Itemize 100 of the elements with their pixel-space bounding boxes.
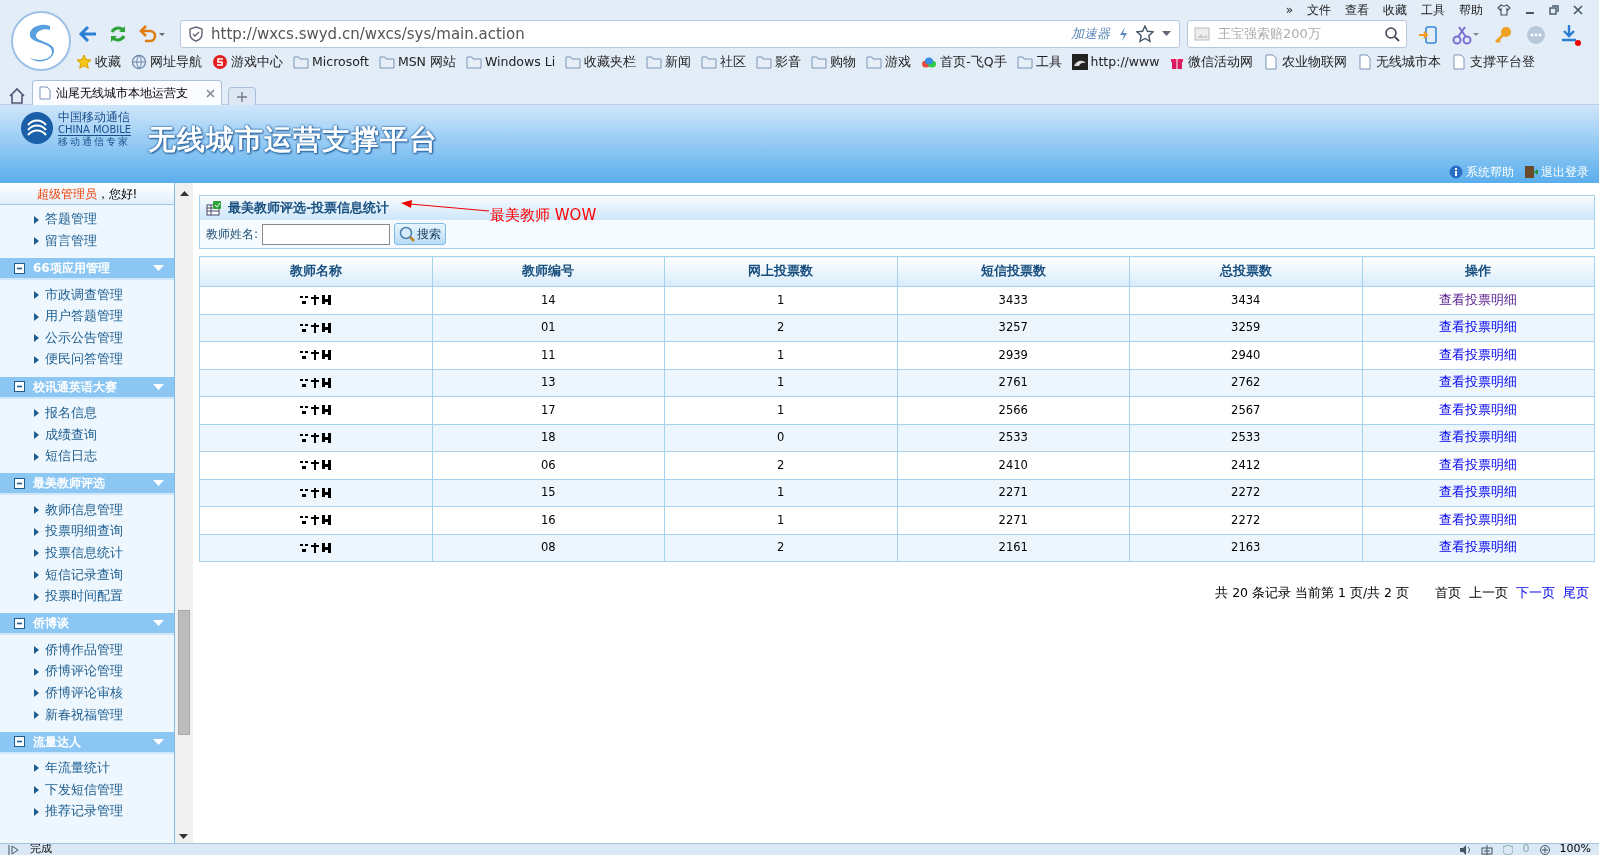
detail-link[interactable]: 查看投票明细 [1439,539,1518,555]
menu-link[interactable]: 下发短信管理 [45,780,123,800]
bookmark-link[interactable]: 购物 [830,53,857,72]
bookmark-link[interactable]: 影音 [775,53,802,72]
bullet-icon [34,334,39,343]
bullet-icon [34,430,39,439]
bookmark-link[interactable]: http://www [1090,53,1160,72]
close-icon[interactable] [1573,5,1583,15]
name-input[interactable] [262,223,391,245]
zoom-icon[interactable] [1539,844,1550,855]
menu-link[interactable]: 侨博评论管理 [45,662,123,682]
lightning-icon[interactable] [1118,26,1128,42]
menu-link[interactable]: 新春祝福管理 [45,705,123,725]
bookmark-link[interactable]: 工具 [1035,53,1062,72]
bookmark-link[interactable]: 无线城市本 [1376,53,1442,72]
table-cell: 17 [432,396,665,424]
detail-link[interactable]: 查看投票明细 [1439,484,1518,500]
search-button[interactable]: 搜索 [394,223,447,245]
address-bar[interactable]: http://wxcs.swyd.cn/wxcs/sys/main.action 加速器 [180,20,1180,48]
bookmark-link[interactable]: 游戏中心 [231,53,283,72]
menu-link[interactable]: 报名信息 [45,404,97,423]
scroll-thumb[interactable] [178,610,190,735]
bookmark-link[interactable]: 网址导航 [150,53,202,72]
menu-link[interactable]: 成绩查询 [45,425,97,445]
redacted-name-drawing [299,376,332,389]
phone-icon[interactable] [1418,25,1438,45]
accelerator-label[interactable]: 加速器 [1071,24,1110,44]
menu-item[interactable]: 帮助 [1459,1,1483,19]
home-icon[interactable] [8,87,26,105]
refresh-icon[interactable] [108,24,128,44]
detail-link[interactable]: 查看投票明细 [1439,456,1518,472]
search-icon[interactable] [1384,26,1400,42]
menu-link[interactable]: 用户答题管理 [45,307,123,326]
menu-link[interactable]: 短信日志 [45,447,97,466]
detail-link[interactable]: 查看投票明细 [1439,511,1518,527]
menu-item[interactable]: 文件 [1307,1,1331,19]
pager-link[interactable]: 首页 [1435,584,1461,603]
speaker-icon[interactable] [1458,844,1471,855]
table-cell: 2271 [897,506,1130,534]
menu-link[interactable]: 年流量统计 [45,759,110,778]
bookmark-link[interactable]: Windows Li [484,53,556,72]
folder-icon [866,54,883,71]
menu-link[interactable]: 公示公告管理 [45,328,123,348]
bookmark-link[interactable]: 农业物联网 [1282,53,1348,72]
bookmark-link[interactable]: MSN 网站 [397,53,456,72]
shirt-icon[interactable] [1497,4,1511,16]
menu-link[interactable]: 留言管理 [45,232,97,251]
detail-link[interactable]: 查看投票明细 [1439,346,1518,362]
pager-link[interactable]: 尾页 [1563,584,1589,603]
menu-item[interactable]: 收藏 [1383,1,1407,19]
detail-link[interactable]: 查看投票明细 [1439,319,1518,335]
menu-link[interactable]: 便民问答管理 [45,350,123,370]
menu-link[interactable]: 投票时间配置 [45,587,123,606]
detail-link[interactable]: 查看投票明细 [1439,291,1518,307]
menu-link[interactable]: 投票明细查询 [45,522,123,542]
menu-link[interactable]: 投票信息统计 [45,543,123,563]
bookmark-link[interactable]: 收藏 [95,53,121,72]
scissors-icon[interactable] [1452,25,1480,45]
bullet-icon [34,764,39,773]
dropdown-icon[interactable] [1162,31,1171,37]
close-icon[interactable] [206,88,215,98]
detail-link[interactable]: 查看投票明细 [1439,374,1518,390]
menu-item[interactable]: 查看 [1345,1,1369,19]
detail-link[interactable]: 查看投票明细 [1439,429,1518,445]
menu-link[interactable]: 侨博作品管理 [45,640,123,660]
zoom-level[interactable]: 100% [1559,844,1591,855]
bookmark-link[interactable]: 收藏夹栏 [584,53,637,72]
menu-link[interactable]: 短信记录查询 [45,565,123,585]
menu-link[interactable]: 推荐记录管理 [45,802,123,822]
search-box[interactable]: 王宝强索赔200万 [1187,20,1407,48]
bookmark-link[interactable]: 社区 [720,53,747,72]
scrollbar[interactable] [175,183,193,843]
print-icon[interactable] [1480,844,1493,855]
pager-link[interactable]: 下一页 [1516,584,1555,603]
panel-toggle-icon[interactable] [8,844,20,855]
menu-link[interactable]: 答题管理 [45,210,97,230]
scroll-up-icon[interactable] [179,191,189,196]
back-icon[interactable] [78,25,98,43]
pager-link[interactable]: 上一页 [1469,584,1508,603]
plus-icon[interactable] [237,91,247,102]
menu-link[interactable]: 侨博评论审核 [45,683,123,703]
bookmark-link[interactable]: 新闻 [665,53,692,72]
download-icon[interactable] [1560,24,1582,46]
new-tab-button[interactable] [228,87,256,105]
bookmark-link[interactable]: 微信活动网 [1188,53,1254,72]
menu-link[interactable]: 市政调查管理 [45,285,123,305]
menu-item[interactable]: » [1285,1,1293,19]
undo-icon[interactable] [138,25,166,43]
bookmark-link[interactable]: Microsoft [312,53,369,72]
bookmark-link[interactable]: 支撑平台登 [1470,53,1536,72]
menu-item[interactable]: 工具 [1421,1,1445,19]
redacted-name-drawing [299,431,332,444]
star-icon[interactable] [1136,25,1154,43]
bookmark-link[interactable]: 首页-飞Q手 [940,53,1007,72]
restore-icon[interactable] [1549,5,1559,15]
browser-tab[interactable]: 汕尾无线城市本地运营支 [32,80,222,105]
menu-link[interactable]: 教师信息管理 [45,500,123,520]
scroll-down-icon[interactable] [179,834,188,839]
bookmark-link[interactable]: 游戏 [885,53,912,72]
detail-link[interactable]: 查看投票明细 [1439,401,1518,417]
